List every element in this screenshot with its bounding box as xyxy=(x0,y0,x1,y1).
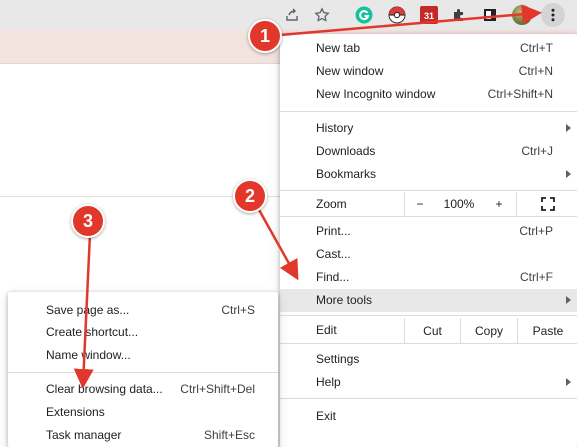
annotation-step-1-badge: 1 xyxy=(248,19,282,53)
annotation-arrow-3 xyxy=(73,233,94,389)
annotation-arrow-1 xyxy=(279,4,542,37)
badge-number: 3 xyxy=(82,210,93,231)
annotation-step-3-badge: 3 xyxy=(71,204,105,238)
badge-number: 2 xyxy=(244,185,255,206)
badge-number: 1 xyxy=(259,25,270,46)
annotation-step-2-badge: 2 xyxy=(233,179,267,213)
annotation-arrow-2 xyxy=(256,207,299,281)
